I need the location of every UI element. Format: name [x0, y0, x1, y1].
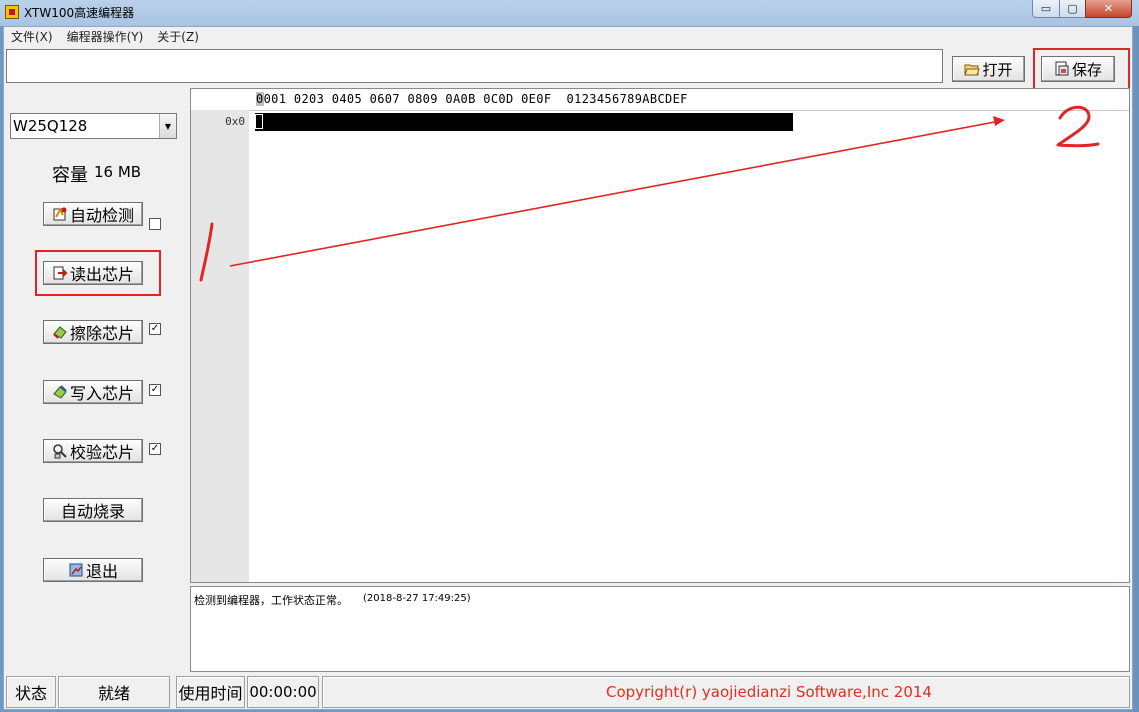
annotation-marker-2 — [1056, 105, 1100, 148]
annotation-arrowhead — [993, 116, 1005, 126]
annotation-arrow-line — [229, 120, 1001, 267]
annotation-overlay — [199, 105, 1100, 282]
annotation-marker-1 — [199, 222, 214, 282]
